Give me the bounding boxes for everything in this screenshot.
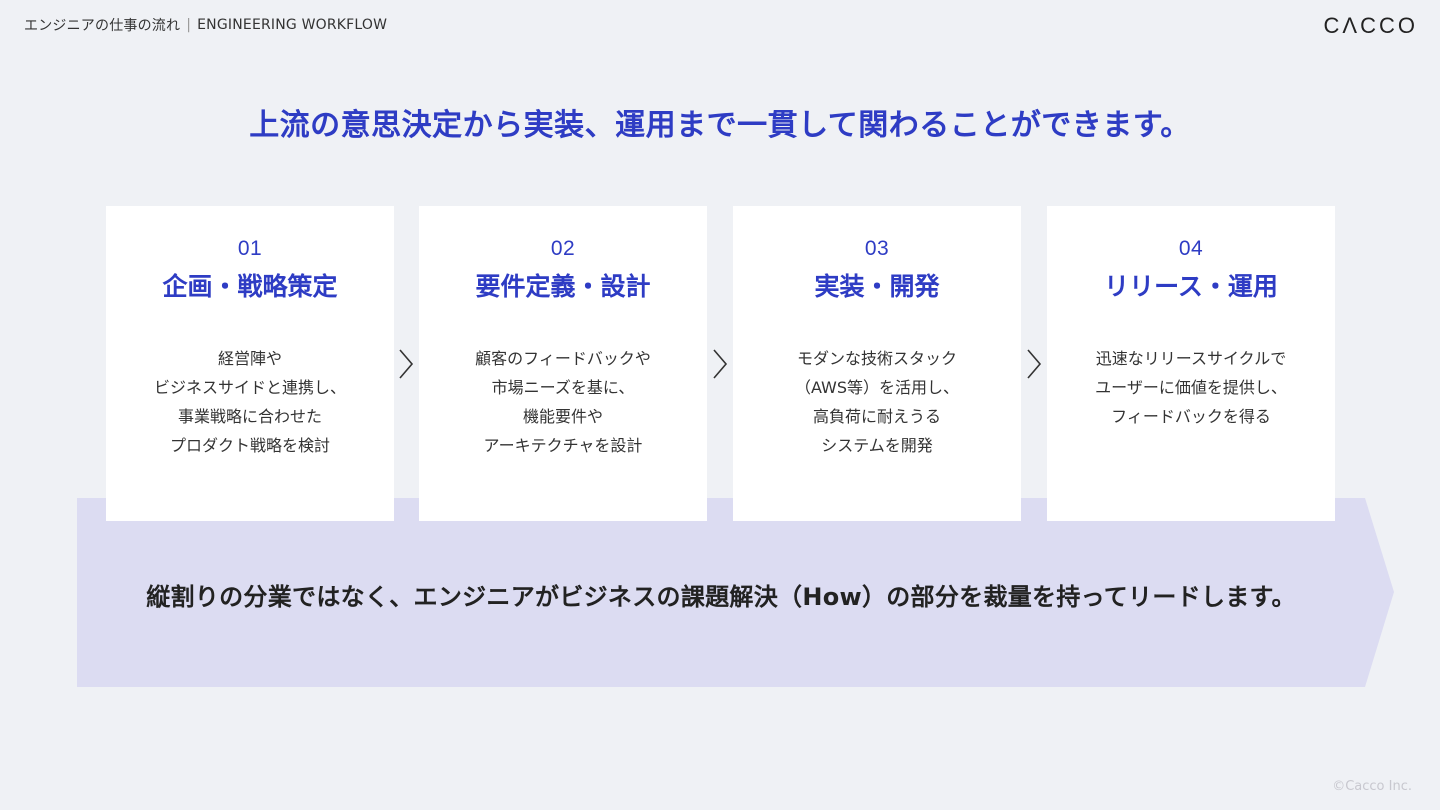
chevron-right-icon [713,349,728,379]
step-number: 04 [1178,237,1204,260]
step-description-line: アーキテクチャを設計 [483,436,643,455]
step-description-line: 迅速なリリースサイクルで [1095,349,1287,368]
step-description: 経営陣や ビジネスサイドと連携し、 事業戦略に合わせた プロダクト戦略を検討 [106,344,394,460]
step-description: 迅速なリリースサイクルで ユーザーに価値を提供し、 フィードバックを得る [1047,344,1335,431]
step-description-line: 事業戦略に合わせた [177,407,322,426]
step-number: 01 [237,237,263,260]
step-title: 要件定義・設計 [475,272,651,301]
step-description-line: 機能要件や [522,407,603,426]
step-number: 03 [864,237,890,260]
chevron-right-icon [1027,349,1042,379]
step-card-1: 01 企画・戦略策定 経営陣や ビジネスサイドと連携し、 事業戦略に合わせた プ… [106,206,394,521]
step-description-line: フィードバックを得る [1111,407,1271,426]
step-description: モダンな技術スタック （AWS等）を活用し、 高負荷に耐えうる システムを開発 [733,344,1021,460]
step-description-line: 経営陣や [217,349,282,368]
step-title: リリース・運用 [1104,272,1278,301]
step-card-2: 02 要件定義・設計 顧客のフィードバックや 市場ニーズを基に、 機能要件や ア… [419,206,707,521]
step-description-line: （AWS等）を活用し、 [794,378,960,397]
section-label-en: ENGINEERING WORKFLOW [197,17,388,33]
step-card-4: 04 リリース・運用 迅速なリリースサイクルで ユーザーに価値を提供し、 フィー… [1047,206,1335,521]
chevron-right-icon [399,349,414,379]
step-description-line: ビジネスサイドと連携し、 [153,378,346,397]
step-description-line: 顧客のフィードバックや [475,349,651,368]
section-label: エンジニアの仕事の流れ | ENGINEERING WORKFLOW [24,15,387,35]
step-description-line: モダンな技術スタック [796,349,957,368]
step-description-line: プロダクト戦略を検討 [169,436,330,455]
step-description-line: システムを開発 [821,436,933,455]
step-number: 02 [550,237,576,260]
step-description-line: ユーザーに価値を提供し、 [1095,378,1287,397]
company-logo: CΛCCO [1323,13,1418,38]
copyright: ©Cacco Inc. [1332,779,1412,794]
section-label-separator: | [186,17,192,33]
headline: 上流の意思決定から実装、運用まで一貫して関わることができます。 [249,108,1191,143]
step-title: 企画・戦略策定 [162,272,338,301]
step-description-line: 市場ニーズを基に、 [491,378,635,397]
step-description: 顧客のフィードバックや 市場ニーズを基に、 機能要件や アーキテクチャを設計 [419,344,707,460]
step-description-line: 高負荷に耐えうる [812,407,941,426]
step-title: 実装・開発 [814,272,940,301]
section-label-jp: エンジニアの仕事の流れ [24,18,181,34]
step-card-3: 03 実装・開発 モダンな技術スタック （AWS等）を活用し、 高負荷に耐えうる… [733,206,1021,521]
summary-text: 縦割りの分業ではなく、エンジニアがビジネスの課題解決（How）の部分を裁量を持っ… [146,583,1296,611]
